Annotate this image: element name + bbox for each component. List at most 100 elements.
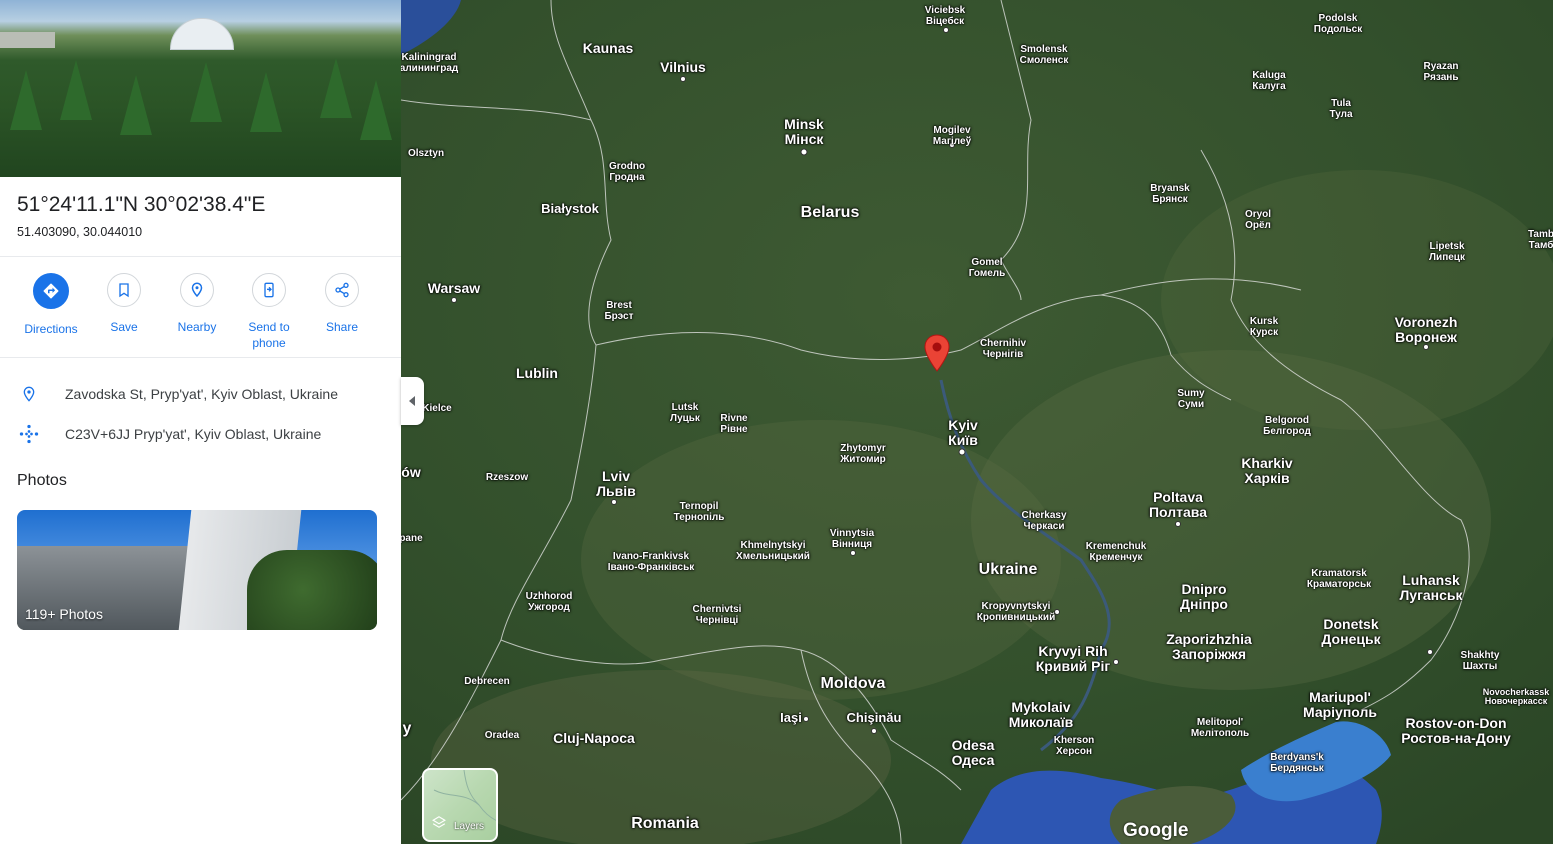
map-label-line: Новочеркасск xyxy=(1484,696,1548,707)
map-label-line: Donetsk xyxy=(1323,616,1379,632)
map-label-line: Калуга xyxy=(1252,80,1286,92)
map-label-line: Chernihiv xyxy=(979,338,1027,349)
map-label-lviv: Lviv Львів xyxy=(596,469,636,498)
plus-code-icon xyxy=(19,424,39,444)
hero-tree xyxy=(320,58,352,118)
save-button[interactable]: Save xyxy=(88,273,160,335)
collapse-panel-button[interactable] xyxy=(401,377,424,425)
photos-heading: Photos xyxy=(17,472,67,489)
directions-label: Directions xyxy=(24,322,78,336)
map-label-line: Rivne xyxy=(720,413,748,424)
map-label-kyiv: Kyiv Київ xyxy=(948,418,978,447)
map-label-tula: Tula Тула xyxy=(1329,98,1352,120)
map-label-cherkasy: Cherkasy Черкаси xyxy=(1021,510,1066,532)
hero-tree xyxy=(120,75,152,135)
map-label-line: Хмельницький xyxy=(736,550,810,562)
address-text: Zavodska St, Pryp'yat', Kyiv Oblast, Ukr… xyxy=(65,386,338,402)
map-label-line: Гродна xyxy=(609,171,645,183)
nearby-icon xyxy=(180,273,214,307)
hero-tree xyxy=(360,80,392,140)
hero-tree xyxy=(10,70,42,130)
share-button[interactable]: Share xyxy=(306,273,378,335)
map-label-podolsk: Podolsk Подольск xyxy=(1314,13,1362,35)
map-label-line: Мінск xyxy=(784,130,824,147)
map-label-line: Луцьк xyxy=(670,412,700,424)
map-label-line: Lublin xyxy=(516,365,558,381)
photo-trees xyxy=(247,550,377,630)
map-label-line: Брянск xyxy=(1152,193,1188,205)
map-label-line: Poltava xyxy=(1153,489,1203,505)
map-label-line: Vinnytsia xyxy=(829,528,875,539)
map-label-mariupol: Mariupol' Маріуполь xyxy=(1303,690,1377,719)
map-label-lublin: Lublin xyxy=(516,366,558,381)
map-label-line: Магілеў xyxy=(932,135,972,147)
map-label-belgorod: Belgorod Белгород xyxy=(1263,415,1311,437)
google-logo: Google xyxy=(1123,820,1189,841)
map-label-line: Івано-Франківськ xyxy=(607,561,695,573)
hero-tree xyxy=(250,72,282,132)
map-label-cluj-napoca: Cluj-Napoca xyxy=(553,731,635,746)
map-label-line: Чернівці xyxy=(695,614,739,626)
hero-tree xyxy=(190,62,222,122)
map-label-line: Миколаїв xyxy=(1008,713,1074,730)
map-label-gomel: Gomel Гомель xyxy=(969,257,1006,279)
map-label-line: Vilnius xyxy=(660,59,706,75)
map-label-line: Кропивницький xyxy=(976,611,1056,623)
send-to-phone-label: Send to phone xyxy=(233,319,305,351)
map-label-line: Курск xyxy=(1249,326,1279,338)
layers-button[interactable]: Layers xyxy=(422,768,498,842)
map-label-romania: Romania xyxy=(631,815,699,833)
map-label-minsk: Minsk Мінск xyxy=(784,117,824,146)
map-label-luhansk: Luhansk Луганськ xyxy=(1399,573,1462,602)
map-label-line: Донецьк xyxy=(1321,630,1381,647)
map-label-odesa: Odesa Одеса xyxy=(952,738,995,767)
map-label-line: Grodno xyxy=(608,161,646,172)
send-to-phone-label-line1: Send to xyxy=(248,320,290,334)
place-decimal-coords: 51.403090, 30.044010 xyxy=(17,225,143,239)
map-label-line: Gomel xyxy=(971,257,1003,268)
map-label-line: Тамб xyxy=(1528,239,1553,251)
map-label-zhytomyr: Zhytomyr Житомир xyxy=(840,443,886,465)
map-label-line: Kielce xyxy=(422,403,452,414)
place-title: 51°24'11.1"N 30°02'38.4"E xyxy=(17,193,266,216)
photos-card[interactable]: 119+ Photos xyxy=(17,510,377,630)
directions-button[interactable]: Directions xyxy=(15,273,87,337)
map-label-line: Rostov-on-Don xyxy=(1405,715,1507,731)
nearby-label: Nearby xyxy=(177,320,217,334)
map-label-line: Липецк xyxy=(1429,251,1465,263)
hero-photo[interactable] xyxy=(0,0,401,177)
bookmark-icon xyxy=(107,273,141,307)
map-label-vinnytsia: Vinnytsia Вінниця xyxy=(829,528,875,550)
location-marker-icon[interactable] xyxy=(923,334,951,377)
map-label-kharkiv: Kharkiv Харків xyxy=(1241,456,1292,485)
map-label-krakow: ów xyxy=(401,465,420,480)
address-row[interactable]: Zavodska St, Pryp'yat', Kyiv Oblast, Ukr… xyxy=(0,374,401,414)
nearby-button[interactable]: Nearby xyxy=(161,273,233,335)
map-label-edge-y: y xyxy=(403,720,412,738)
plus-code-row[interactable]: C23V+6JJ Pryp'yat', Kyiv Oblast, Ukraine xyxy=(0,414,401,454)
map-canvas[interactable]: Viciebsk Віцебск Podolsk Подольск Kalining… xyxy=(401,0,1553,844)
map-label-berdyansk: Berdyans'k Бердянськ xyxy=(1270,752,1324,774)
map-label-kropyvnytskyi: Kropyvnytskyi Кропивницький xyxy=(976,601,1056,623)
map-label-line: Харків xyxy=(1244,469,1290,486)
map-label-iasi: Iaşi xyxy=(780,711,802,725)
map-label-moldova: Moldova xyxy=(821,675,886,693)
share-icon xyxy=(325,273,359,307)
map-label-mogilev: Mogilev Магілеў xyxy=(932,125,972,147)
map-label-olsztyn: Olsztyn xyxy=(408,148,444,160)
map-label-line: Chernivtsi xyxy=(692,604,742,615)
map-label-line: Zaporizhzhia xyxy=(1166,631,1252,647)
map-label-line: Oradea xyxy=(484,730,520,741)
map-label-kremenchuk: Kremenchuk Кременчук xyxy=(1086,541,1147,563)
map-label-line: Смоленск xyxy=(1019,54,1069,66)
map-label-voronezh: Voronezh Воронеж xyxy=(1395,315,1458,344)
map-label-line: Вінниця xyxy=(831,538,873,550)
send-to-phone-button[interactable]: Send to phone xyxy=(233,273,305,351)
map-label-line: Рязань xyxy=(1423,71,1459,83)
map-label-kaliningrad: Kaliningrad алининград xyxy=(401,52,458,74)
map-label-oradea: Oradea xyxy=(484,730,520,742)
map-label-chernivtsi: Chernivtsi Чернівці xyxy=(692,604,742,626)
map-label-line: Lipetsk xyxy=(1429,241,1465,252)
chevron-left-icon xyxy=(408,396,415,406)
map-label-line: Херсон xyxy=(1055,745,1093,757)
